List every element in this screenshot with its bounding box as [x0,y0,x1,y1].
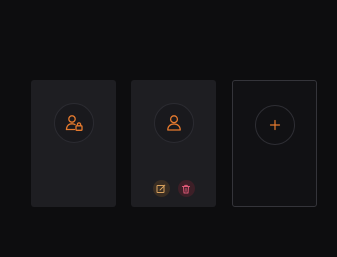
profile-actions [131,180,216,197]
user-lock-icon [65,115,83,131]
profile-card-locked[interactable] [31,80,116,207]
edit-icon [156,184,166,193]
plus-icon [269,119,280,131]
delete-icon [182,184,190,193]
profile-card[interactable] [131,80,216,207]
delete-profile-button[interactable] [177,180,195,197]
add-profile-button[interactable] [254,105,295,145]
profile-avatar [153,103,194,143]
profile-selection-screen [0,0,337,257]
edit-profile-button[interactable] [152,180,170,197]
user-icon [166,115,181,131]
profile-avatar [53,103,94,143]
add-profile-card[interactable] [232,80,317,207]
